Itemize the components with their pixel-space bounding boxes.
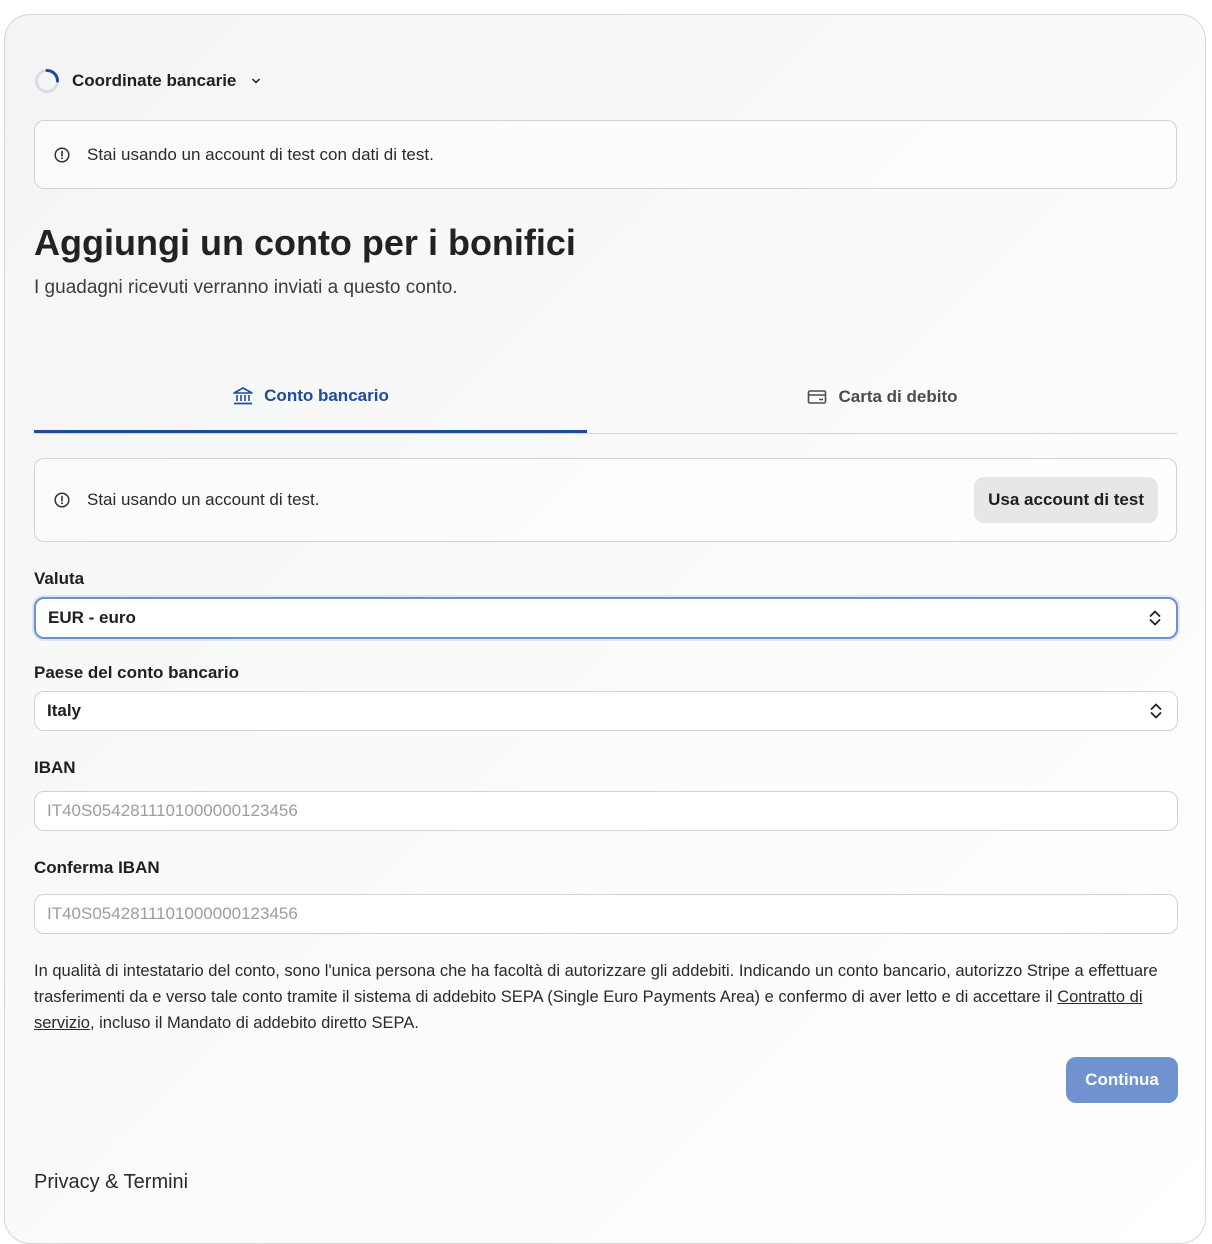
test-account-notice: Stai usando un account di test. Usa acco…: [34, 458, 1177, 542]
country-label: Paese del conto bancario: [34, 663, 240, 682]
select-arrows-icon: [1149, 610, 1161, 626]
confirm-iban-label: Conferma IBAN: [34, 858, 160, 877]
progress-ring-icon: [35, 69, 59, 93]
test-data-notice: Stai usando un account di test con dati …: [34, 120, 1177, 189]
step-label: Coordinate bancarie: [72, 71, 237, 90]
test-account-notice-text: Stai usando un account di test.: [87, 490, 320, 509]
use-test-account-button[interactable]: Usa account di test: [974, 477, 1158, 523]
legal-text-start: In qualità di intestatario del conto, so…: [34, 962, 1158, 1006]
tab-conto-bancario[interactable]: Conto bancario: [34, 362, 587, 433]
iban-input[interactable]: IT40S0542811101000000123456: [34, 791, 1178, 831]
payout-method-tabs: Conto bancario Carta di debito: [34, 362, 1177, 434]
page-title: Aggiungi un conto per i bonifici: [34, 222, 576, 263]
tab-conto-bancario-label: Conto bancario: [264, 386, 389, 405]
country-select[interactable]: Italy: [34, 691, 1178, 731]
tab-carta-di-debito-label: Carta di debito: [838, 387, 958, 406]
iban-placeholder: IT40S0542811101000000123456: [47, 801, 298, 820]
confirm-iban-placeholder: IT40S0542811101000000123456: [47, 904, 298, 923]
iban-label: IBAN: [34, 758, 76, 777]
select-arrows-icon: [1150, 703, 1162, 719]
confirm-iban-input[interactable]: IT40S0542811101000000123456: [34, 894, 1178, 934]
currency-select[interactable]: EUR - euro: [34, 597, 1178, 639]
privacy-terms-link[interactable]: Privacy & Termini: [34, 1171, 188, 1194]
info-circle-icon: [54, 146, 70, 163]
step-selector[interactable]: Coordinate bancarie: [34, 68, 262, 94]
chevron-down-icon: [252, 78, 261, 84]
legal-text-end: , incluso il Mandato di addebito diretto…: [89, 1014, 419, 1032]
currency-value: EUR - euro: [48, 608, 136, 627]
page-subtitle: I guadagni ricevuti verranno inviati a q…: [34, 277, 458, 298]
continue-button[interactable]: Continua: [1066, 1057, 1178, 1103]
country-value: Italy: [47, 701, 82, 720]
test-data-notice-text: Stai usando un account di test con dati …: [87, 144, 434, 164]
tab-carta-di-debito[interactable]: Carta di debito: [587, 362, 1177, 432]
card-icon: [808, 390, 827, 404]
sepa-mandate-text: In qualità di intestatario del conto, so…: [34, 958, 1179, 1036]
info-circle-icon: [54, 492, 70, 508]
bank-icon: [233, 387, 253, 405]
currency-label: Valuta: [34, 569, 85, 588]
